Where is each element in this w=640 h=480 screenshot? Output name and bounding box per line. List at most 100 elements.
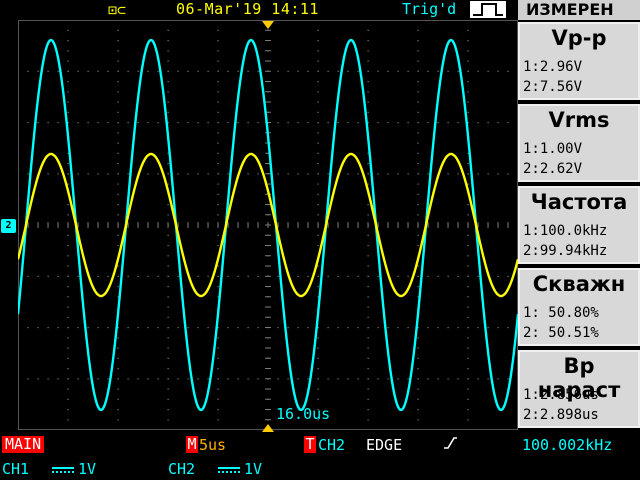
grid-dot (417, 29, 419, 31)
grid-dot (417, 409, 419, 411)
grid-dot (117, 173, 119, 175)
grid-dot (37, 275, 39, 277)
grid-dot (117, 70, 119, 72)
grid-dot (167, 234, 169, 236)
grid-dot (417, 60, 419, 62)
grid-dot (217, 275, 219, 277)
grid-dot (467, 50, 469, 52)
grid-dot (167, 398, 169, 400)
timebase-value[interactable]: 5us (199, 436, 226, 454)
grid-dot (317, 398, 319, 400)
grid-dot (367, 50, 369, 52)
grid-dot (117, 132, 119, 134)
measure-vpp-button[interactable]: Vp-p 1:2.96V 2:7.56V (518, 22, 640, 100)
grid-dot (67, 70, 69, 72)
grid-dot (67, 101, 69, 103)
trigger-position-marker[interactable] (262, 21, 274, 29)
grid-dot (417, 265, 419, 267)
grid-dot (237, 70, 239, 72)
grid-dot (497, 70, 499, 72)
trigger-type[interactable]: EDGE (366, 436, 402, 454)
grid-dot (257, 378, 259, 380)
grid-dot (467, 337, 469, 339)
grid-dot (347, 122, 349, 124)
grid-dot (367, 81, 369, 83)
measure-name: Vp-p (551, 26, 607, 50)
grid-dot (447, 70, 449, 72)
grid-dot (167, 347, 169, 349)
grid-dot (217, 183, 219, 185)
grid-dot (217, 111, 219, 113)
grid-dot (367, 183, 369, 185)
grid-dot (317, 234, 319, 236)
measure-ch1-value: 1:2.96V (523, 59, 583, 75)
grid-dot (67, 296, 69, 298)
grid-dot (457, 327, 459, 329)
grid-dot (157, 173, 159, 175)
grid-dot (487, 70, 489, 72)
grid-dot (257, 173, 259, 175)
grid-dot (467, 70, 469, 72)
ch1-label[interactable]: CH1 (2, 460, 29, 478)
grid-dot (167, 265, 169, 267)
grid-dot (67, 265, 69, 267)
grid-dot (217, 142, 219, 144)
grid-dot (67, 40, 69, 42)
grid-dot (367, 327, 369, 329)
grid-dot (117, 183, 119, 185)
grid-dot (367, 60, 369, 62)
grid-dot (117, 29, 119, 31)
grid-dot (257, 70, 259, 72)
grid-dot (167, 81, 169, 83)
grid-dot (217, 81, 219, 83)
grid-dot (27, 327, 29, 329)
grid-dot (317, 368, 319, 370)
grid-dot (417, 357, 419, 359)
grid-dot (157, 327, 159, 329)
grid-dot (117, 265, 119, 267)
measure-ch2-value: 2:99.94kHz (523, 243, 608, 259)
ch2-scale[interactable]: 1V (218, 460, 262, 478)
grid-dot (187, 327, 189, 329)
measure-risetime-button[interactable]: Вр нараст 1:2.856us 2:2.898us (518, 350, 640, 428)
ch1-scale[interactable]: 1V (52, 460, 96, 478)
channel-2-marker[interactable]: 2 (1, 219, 16, 233)
grid-dot (367, 204, 369, 206)
waveform-display[interactable] (18, 20, 518, 430)
grid-dot (247, 173, 249, 175)
grid-dot (237, 275, 239, 277)
grid-dot (367, 306, 369, 308)
grid-dot (327, 173, 329, 175)
grid-dot (497, 378, 499, 380)
grid-dot (147, 327, 149, 329)
grid-dot (357, 327, 359, 329)
measure-vrms-button[interactable]: Vrms 1:1.00V 2:2.62V (518, 104, 640, 182)
grid-dot (367, 214, 369, 216)
grid-dot (167, 29, 169, 31)
grid-dot (467, 409, 469, 411)
measure-duty-button[interactable]: Скважн 1: 50.80% 2: 50.51% (518, 268, 640, 346)
measure-ch1-value: 1:2.856us (523, 387, 599, 403)
grid-dot (367, 388, 369, 390)
grid-dot (217, 173, 219, 175)
grid-dot (87, 70, 89, 72)
grid-dot (317, 173, 319, 175)
grid-dot (467, 204, 469, 206)
grid-dot (317, 388, 319, 390)
grid-dot (417, 142, 419, 144)
grid-dot (487, 378, 489, 380)
grid-dot (297, 70, 299, 72)
trigger-source[interactable]: CH2 (318, 436, 345, 454)
measure-frequency-button[interactable]: Частота 1:100.0kHz 2:99.94kHz (518, 186, 640, 264)
grid-dot (447, 275, 449, 277)
timebase-mode[interactable]: MAIN (2, 436, 45, 453)
grid-dot (107, 70, 109, 72)
grid-dot (227, 173, 229, 175)
grid-dot (337, 70, 339, 72)
grid-dot (27, 378, 29, 380)
grid-dot (287, 327, 289, 329)
grid-dot (277, 173, 279, 175)
grid-dot (217, 357, 219, 359)
grid-dot (67, 111, 69, 113)
ch2-label[interactable]: CH2 (168, 460, 195, 478)
